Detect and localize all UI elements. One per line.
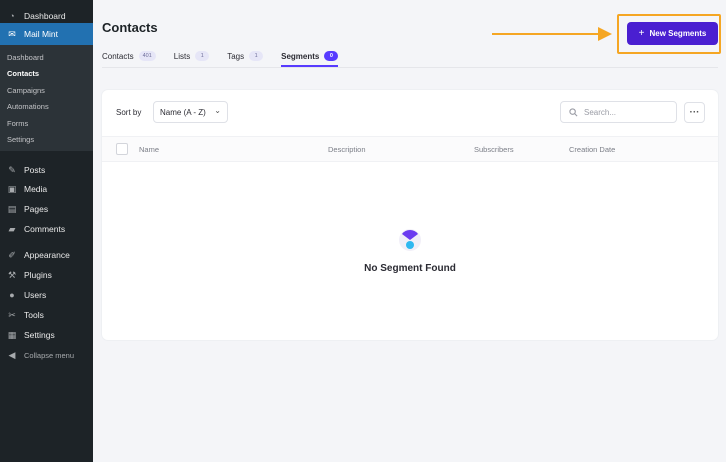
page-icon: ▤	[7, 203, 17, 214]
sidebar-item-mail-mint[interactable]: ✉ Mail Mint	[0, 23, 93, 45]
search-input[interactable]	[584, 107, 674, 117]
sidebar-item-label: Mail Mint	[24, 29, 59, 39]
segments-card: Sort by Name (A - Z) ⌄ ··· Name Descript…	[102, 90, 718, 340]
column-subscribers: Subscribers	[474, 145, 514, 154]
sidebar-item-label: Tools	[24, 310, 44, 320]
tab-label: Contacts	[102, 51, 134, 61]
sidebar-item-pages[interactable]: ▤ Pages	[0, 202, 93, 216]
tab-label: Tags	[227, 51, 245, 61]
page-title: Contacts	[102, 20, 158, 35]
count-badge: 1	[249, 51, 264, 61]
mail-mint-submenu: Dashboard Contacts Campaigns Automations…	[0, 45, 93, 151]
sidebar-item-media[interactable]: ▣ Media	[0, 182, 93, 196]
sidebar-item-label: Pages	[24, 204, 49, 214]
plugin-icon: ⚒	[7, 269, 17, 280]
count-badge: 1	[195, 51, 210, 61]
more-options-button[interactable]: ···	[684, 102, 705, 123]
new-segments-button[interactable]: + New Segments	[627, 22, 718, 45]
contact-tabs: Contacts 401 Lists 1 Tags 1 Segments 0	[102, 46, 356, 67]
ellipsis-icon: ···	[689, 107, 700, 118]
settings-icon: ▦	[7, 329, 17, 340]
tabs-divider	[102, 67, 718, 68]
user-icon: ●	[9, 290, 15, 300]
sidebar-item-label: Dashboard	[24, 11, 66, 21]
submenu-automations[interactable]: Automations	[7, 102, 49, 111]
collapse-icon: ◀	[8, 349, 16, 360]
tab-segments[interactable]: Segments 0	[281, 46, 339, 67]
tab-contacts[interactable]: Contacts 401	[102, 46, 156, 66]
search-box[interactable]	[560, 101, 677, 123]
collapse-menu-button[interactable]: ◀ Collapse menu	[0, 348, 93, 362]
sidebar-item-label: Users	[24, 290, 47, 300]
submenu-dashboard[interactable]: Dashboard	[7, 53, 44, 62]
sidebar-item-tools[interactable]: ✂ Tools	[0, 308, 93, 322]
media-icon: ▣	[7, 183, 17, 194]
count-badge: 401	[138, 51, 156, 61]
tab-lists[interactable]: Lists 1	[173, 46, 210, 66]
wrench-icon: ✂	[8, 309, 16, 320]
column-creation-date[interactable]: Creation Date	[569, 145, 615, 154]
sidebar-item-label: Settings	[24, 330, 55, 340]
mail-icon: ✉	[8, 28, 16, 39]
tab-label: Segments	[281, 51, 320, 61]
brush-icon: ✐	[8, 249, 16, 260]
column-name[interactable]: Name	[139, 145, 159, 154]
annotation-arrow-icon	[492, 27, 612, 41]
submenu-settings[interactable]: Settings	[7, 135, 34, 144]
empty-state-message: No Segment Found	[364, 263, 456, 274]
sort-select[interactable]: Name (A - Z) ⌄	[153, 101, 228, 123]
sidebar-item-users[interactable]: ● Users	[0, 288, 93, 302]
sidebar-item-label: Posts	[24, 165, 46, 175]
select-all-checkbox[interactable]	[116, 143, 128, 155]
sort-value: Name (A - Z)	[160, 107, 206, 117]
pin-icon: ✎	[8, 164, 16, 175]
submenu-contacts[interactable]: Contacts	[7, 69, 39, 78]
plus-icon: +	[638, 28, 645, 39]
comment-icon: ▰	[8, 223, 16, 234]
dashboard-icon: ◔	[9, 11, 15, 21]
chevron-down-icon: ⌄	[214, 106, 221, 115]
sidebar-item-label: Media	[24, 184, 48, 194]
sort-label: Sort by	[116, 108, 142, 117]
sidebar-item-settings[interactable]: ▦ Settings	[0, 328, 93, 342]
sidebar-item-plugins[interactable]: ⚒ Plugins	[0, 268, 93, 282]
sidebar-item-dashboard[interactable]: ◔ Dashboard	[0, 9, 93, 23]
sidebar-item-comments[interactable]: ▰ Comments	[0, 222, 93, 236]
tab-tags[interactable]: Tags 1	[227, 46, 264, 66]
search-icon	[569, 107, 578, 116]
tab-label: Lists	[173, 51, 191, 61]
sidebar-item-posts[interactable]: ✎ Posts	[0, 163, 93, 177]
count-badge: 0	[324, 51, 339, 61]
sidebar-item-label: Plugins	[24, 270, 52, 280]
empty-state-icon	[399, 229, 421, 251]
column-description: Description	[328, 145, 366, 154]
new-segments-label: New Segments	[649, 29, 707, 38]
sidebar-item-label: Appearance	[24, 250, 70, 260]
admin-sidebar: ◔ Dashboard ✉ Mail Mint Dashboard Contac…	[0, 0, 93, 462]
table-header: Name Description Subscribers Creation Da…	[102, 136, 718, 162]
sidebar-item-appearance[interactable]: ✐ Appearance	[0, 248, 93, 262]
collapse-menu-label: Collapse menu	[24, 350, 75, 360]
submenu-forms[interactable]: Forms	[7, 119, 28, 128]
sidebar-item-label: Comments	[24, 224, 66, 234]
submenu-campaigns[interactable]: Campaigns	[7, 86, 45, 95]
